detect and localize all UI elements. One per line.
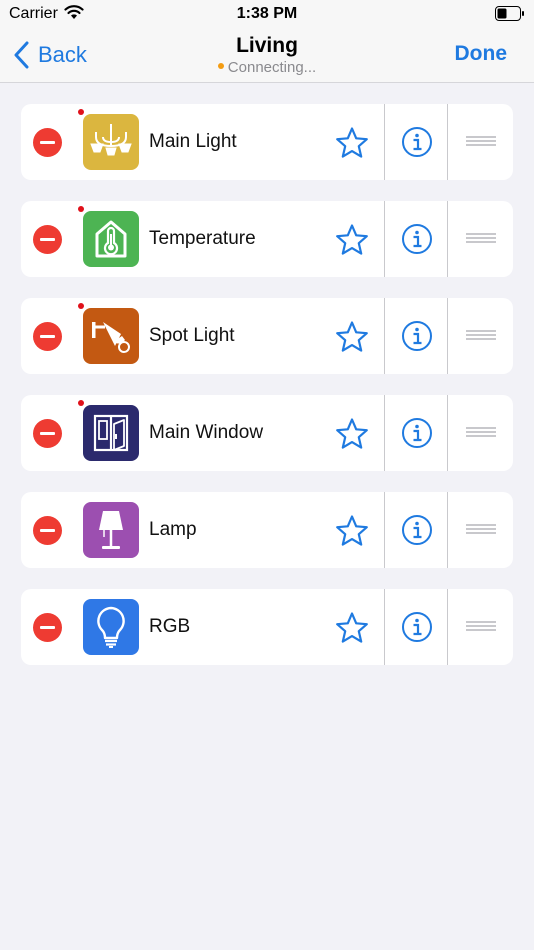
delete-button[interactable] [33, 128, 62, 157]
connecting-dot [217, 63, 224, 70]
star-icon[interactable] [335, 417, 369, 451]
divider [447, 589, 448, 665]
navigation-bar: Back Living Connecting... Done [0, 28, 534, 83]
list-item: RGB [21, 589, 513, 665]
info-icon[interactable] [401, 320, 433, 352]
lamp-icon [83, 502, 139, 558]
device-name: Lamp [149, 519, 197, 540]
window-icon [83, 405, 139, 461]
list-item: Spot Light [21, 298, 513, 374]
divider [447, 395, 448, 471]
delete-button[interactable] [33, 613, 62, 642]
reorder-handle-icon[interactable] [466, 621, 496, 634]
reorder-handle-icon[interactable] [466, 330, 496, 343]
divider [384, 589, 385, 665]
star-icon[interactable] [335, 126, 369, 160]
battery-icon [495, 6, 524, 21]
list-item: Lamp [21, 492, 513, 568]
divider [447, 298, 448, 374]
device-list: Main Light Temperature Spot Light Main W… [21, 104, 513, 686]
info-icon[interactable] [401, 126, 433, 158]
reorder-handle-icon[interactable] [466, 524, 496, 537]
divider [384, 395, 385, 471]
info-icon[interactable] [401, 417, 433, 449]
device-name: Spot Light [149, 325, 235, 346]
divider [384, 104, 385, 180]
divider [384, 201, 385, 277]
device-name: Temperature [149, 228, 256, 249]
clock: 1:38 PM [236, 5, 298, 22]
info-icon[interactable] [401, 223, 433, 255]
delete-button[interactable] [33, 322, 62, 351]
divider [447, 201, 448, 277]
star-icon[interactable] [335, 514, 369, 548]
chandelier-icon [83, 114, 139, 170]
reorder-handle-icon[interactable] [466, 136, 496, 149]
light-bulb-icon [83, 599, 139, 655]
thermometer-house-icon [83, 211, 139, 267]
star-icon[interactable] [335, 320, 369, 354]
divider [384, 492, 385, 568]
list-item: Main Light [21, 104, 513, 180]
delete-button[interactable] [33, 225, 62, 254]
unread-dot [78, 400, 84, 406]
connection-status-label: Connecting... [227, 59, 317, 76]
done-button[interactable]: Done [455, 42, 508, 66]
spot-light-icon [83, 308, 139, 364]
unread-dot [78, 109, 84, 115]
star-icon[interactable] [335, 223, 369, 257]
list-item: Main Window [21, 395, 513, 471]
delete-button[interactable] [33, 419, 62, 448]
unread-dot [78, 206, 84, 212]
divider [447, 492, 448, 568]
reorder-handle-icon[interactable] [466, 233, 496, 246]
info-icon[interactable] [401, 611, 433, 643]
list-item: Temperature [21, 201, 513, 277]
status-bar: Carrier 1:38 PM [0, 0, 534, 28]
unread-dot [78, 303, 84, 309]
star-icon[interactable] [335, 611, 369, 645]
divider [384, 298, 385, 374]
device-name: Main Window [149, 422, 264, 443]
divider [447, 104, 448, 180]
device-name: Main Light [149, 131, 237, 152]
reorder-handle-icon[interactable] [466, 427, 496, 440]
device-name: RGB [149, 616, 191, 637]
info-icon[interactable] [401, 514, 433, 546]
delete-button[interactable] [33, 516, 62, 545]
